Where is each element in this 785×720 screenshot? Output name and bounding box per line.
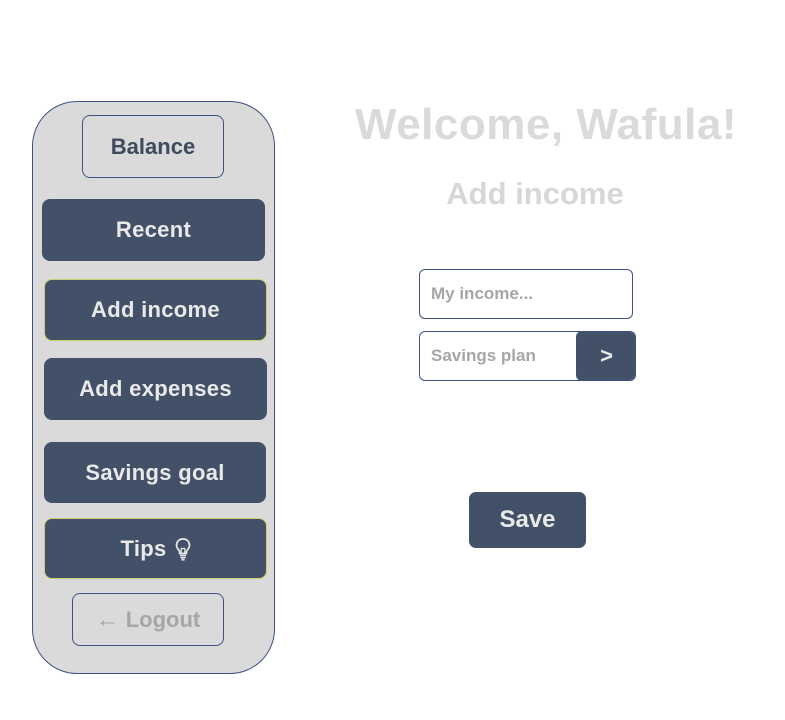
page-title: Welcome, Wafula! bbox=[354, 100, 738, 149]
sidebar-item-tips[interactable]: Tips bbox=[44, 518, 267, 579]
savings-plan-submit-button[interactable]: > bbox=[576, 332, 635, 380]
chevron-right-icon: > bbox=[600, 343, 613, 368]
save-button[interactable]: Save bbox=[469, 492, 586, 548]
sidebar-item-add-income[interactable]: Add income bbox=[44, 279, 267, 341]
sidebar-item-label: Balance bbox=[110, 133, 196, 159]
lightbulb-icon bbox=[175, 537, 191, 561]
sidebar-item-label: Tips bbox=[120, 535, 167, 561]
sidebar-item-label: Savings goal bbox=[85, 459, 225, 485]
income-input[interactable] bbox=[419, 269, 633, 319]
page-subtitle: Add income bbox=[446, 176, 624, 211]
savings-plan-input[interactable] bbox=[420, 332, 576, 380]
logout-button[interactable]: ← Logout bbox=[72, 593, 224, 646]
sidebar-item-add-expenses[interactable]: Add expenses bbox=[44, 358, 267, 420]
savings-plan-field: > bbox=[419, 331, 636, 381]
sidebar-item-label: Add expenses bbox=[79, 376, 232, 401]
sidebar-item-balance[interactable]: Balance bbox=[82, 115, 224, 178]
sidebar-item-label: Add income bbox=[91, 297, 220, 322]
arrow-left-icon: ← bbox=[95, 605, 120, 633]
sidebar-item-label: Recent bbox=[115, 217, 192, 242]
save-button-label: Save bbox=[499, 506, 556, 533]
sidebar-item-recent[interactable]: Recent bbox=[42, 199, 265, 261]
sidebar-item-savings-goal[interactable]: Savings goal bbox=[44, 442, 266, 503]
logout-label: Logout bbox=[125, 606, 201, 632]
